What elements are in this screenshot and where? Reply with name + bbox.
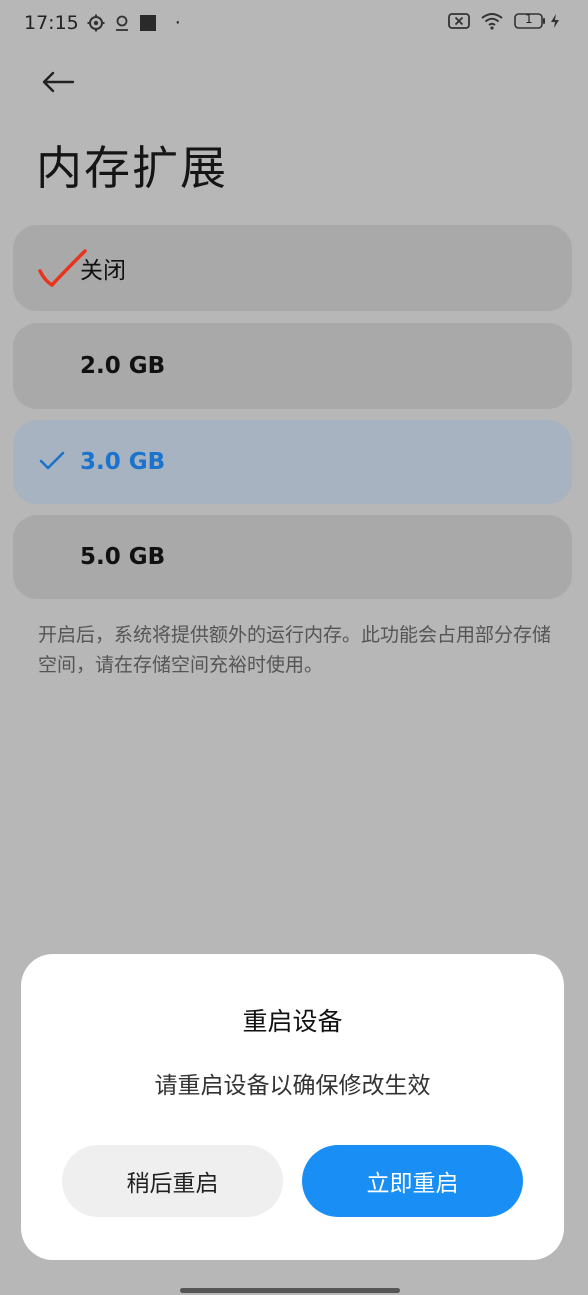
option-2gb[interactable]: 2.0 GB xyxy=(13,323,572,409)
dialog-title: 重启设备 xyxy=(242,1007,343,1036)
option-5gb[interactable]: 5.0 GB xyxy=(13,515,572,599)
restart-now-button[interactable]: 立即重启 xyxy=(302,1145,523,1217)
status-dot: · xyxy=(174,12,181,34)
restart-dialog: 重启设备 请重启设备以确保修改生效 稍后重启 立即重启 xyxy=(21,954,564,1260)
battery-icon: 1 xyxy=(514,12,546,30)
option-label: 关闭 xyxy=(80,258,126,284)
restart-later-button[interactable]: 稍后重启 xyxy=(62,1145,283,1217)
square-icon xyxy=(139,14,157,32)
status-time: 17:15 xyxy=(24,12,79,34)
location-icon xyxy=(113,14,131,32)
wifi-icon xyxy=(480,12,504,30)
check-icon xyxy=(39,450,65,476)
option-3gb[interactable]: 3.0 GB xyxy=(13,420,572,504)
option-label: 2.0 GB xyxy=(80,353,166,379)
description-text: 开启后，系统将提供额外的运行内存。此功能会占用部分存储空间，请在存储空间充裕时使… xyxy=(38,624,552,676)
no-sim-icon xyxy=(448,12,470,30)
page-title: 内存扩展 xyxy=(36,141,228,195)
option-off[interactable]: 关闭 xyxy=(13,225,572,311)
option-label: 5.0 GB xyxy=(80,544,166,570)
status-bar: 17:15 · 1 xyxy=(0,0,588,48)
battery-level-text: 1 xyxy=(525,12,533,26)
back-arrow-icon xyxy=(41,71,75,93)
back-button[interactable] xyxy=(36,62,80,102)
option-label: 3.0 GB xyxy=(80,449,166,475)
dialog-message: 请重启设备以确保修改生效 xyxy=(154,1073,431,1099)
settings-gear-icon xyxy=(87,14,105,32)
charging-icon xyxy=(550,13,560,29)
home-indicator[interactable] xyxy=(180,1288,400,1293)
